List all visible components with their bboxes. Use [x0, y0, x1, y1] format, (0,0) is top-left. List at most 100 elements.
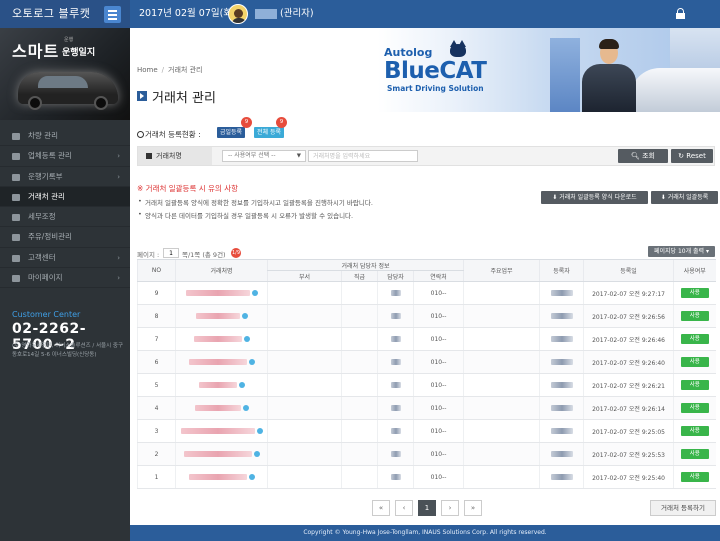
cell-main-task [463, 373, 540, 397]
prev-page-button[interactable]: ‹ [395, 500, 413, 516]
cell-client-name[interactable] [175, 465, 268, 489]
reset-button[interactable]: ↻ Reset [671, 149, 713, 163]
cell-dept [267, 442, 342, 466]
search-input[interactable] [308, 150, 418, 162]
table-row[interactable]: 1 010-- 2017-02-07 오전 9:25:40 사용 [137, 465, 716, 489]
verified-icon [256, 428, 263, 434]
register-client-button[interactable]: 거래처 등록하기 [650, 500, 716, 516]
cell-client-name[interactable] [175, 419, 268, 443]
top-bar: 오토로그 블루캣 2017년 02월 07일(화) (관리자) [0, 0, 720, 28]
use-status-badge[interactable]: 사용 [680, 426, 709, 436]
menu-toggle-button[interactable] [104, 6, 121, 23]
table-row[interactable]: 4 010-- 2017-02-07 오전 9:26:14 사용 [137, 396, 716, 420]
cell-dept [267, 465, 342, 489]
redacted-text [193, 336, 242, 342]
redacted-text [550, 336, 573, 342]
cell-manager [377, 373, 414, 397]
cell-registrant [539, 304, 584, 328]
cell-manager [377, 350, 414, 374]
header-registrant: 등록자 [539, 259, 584, 282]
page-number-input[interactable] [163, 248, 179, 258]
use-status-badge[interactable]: 사용 [680, 334, 709, 344]
cell-reg-date: 2017-02-07 오전 9:25:05 [583, 419, 674, 443]
use-status-badge[interactable]: 사용 [680, 380, 709, 390]
use-status-select[interactable]: -- 사용여부 선택 -- ▼ [222, 150, 306, 162]
cell-client-name[interactable] [175, 304, 268, 328]
cell-reg-date: 2017-02-07 오전 9:26:56 [583, 304, 674, 328]
table-row[interactable]: 3 010-- 2017-02-07 오전 9:25:05 사용 [137, 419, 716, 443]
cell-client-name[interactable] [175, 442, 268, 466]
use-status-badge[interactable]: 사용 [680, 357, 709, 367]
header-position: 직급 [341, 270, 378, 282]
cell-phone: 010-- [412, 419, 464, 443]
cell-main-task [463, 304, 540, 328]
avatar[interactable] [228, 4, 248, 24]
menu-icon [12, 173, 20, 181]
breadcrumb-home[interactable]: Home [137, 66, 158, 74]
header-no: NO [137, 259, 176, 282]
sidebar-item[interactable]: 업체등록 관리 › [0, 146, 130, 167]
download-template-button[interactable]: ⬇ 거래처 일괄등록 양식 다운로드 [541, 191, 648, 204]
use-status-badge[interactable]: 사용 [680, 288, 709, 298]
redacted-text [390, 382, 401, 388]
chevron-right-icon: › [117, 172, 120, 181]
table-row[interactable]: 9 010-- 2017-02-07 오전 9:27:17 사용 [137, 281, 716, 305]
sidebar-item[interactable]: 주유/정비관리 [0, 227, 130, 248]
verified-icon [253, 451, 260, 457]
cell-use-status: 사용 [673, 304, 716, 328]
redacted-text [390, 451, 401, 457]
sidebar-item[interactable]: 고객센터 › [0, 248, 130, 269]
title-arrow-icon [137, 91, 147, 101]
sidebar-item[interactable]: 차량 관리 [0, 126, 130, 147]
table-row[interactable]: 5 010-- 2017-02-07 오전 9:26:21 사용 [137, 373, 716, 397]
header-date: 2017년 02월 07일(화) [139, 8, 236, 19]
use-status-badge[interactable]: 사용 [680, 472, 709, 482]
total-registrations-button[interactable]: 전체 등록 [254, 127, 284, 138]
first-page-button[interactable]: « [372, 500, 390, 516]
verified-icon [242, 405, 249, 411]
cell-client-name[interactable] [175, 350, 268, 374]
cell-no: 2 [137, 442, 176, 466]
cell-client-name[interactable] [175, 281, 268, 305]
table-row[interactable]: 6 010-- 2017-02-07 오전 9:26:40 사용 [137, 350, 716, 374]
redacted-text [183, 451, 252, 457]
table-row[interactable]: 7 010-- 2017-02-07 오전 9:26:46 사용 [137, 327, 716, 351]
cell-client-name[interactable] [175, 373, 268, 397]
cell-client-name[interactable] [175, 396, 268, 420]
pagination: « ‹ 1 › » [372, 500, 482, 516]
cell-main-task [463, 442, 540, 466]
cell-position [341, 396, 378, 420]
next-page-button[interactable]: › [441, 500, 459, 516]
table-row[interactable]: 8 010-- 2017-02-07 오전 9:26:56 사용 [137, 304, 716, 328]
header-manager: 담당자 [377, 270, 414, 282]
redacted-text [198, 382, 237, 388]
cell-manager [377, 396, 414, 420]
use-status-badge[interactable]: 사용 [680, 403, 709, 413]
use-status-badge[interactable]: 사용 [680, 449, 709, 459]
cell-no: 7 [137, 327, 176, 351]
use-status-badge[interactable]: 사용 [680, 311, 709, 321]
sidebar-item[interactable]: 거래처 관리 [0, 186, 130, 208]
cell-position [341, 327, 378, 351]
per-page-select[interactable]: 페이지당 10개 출력 ▾ [648, 246, 715, 257]
cell-client-name[interactable] [175, 327, 268, 351]
redacted-text [390, 428, 401, 434]
cell-main-task [463, 419, 540, 443]
bulk-register-button[interactable]: ⬇ 거래처 일괄등록 [651, 191, 718, 204]
sidebar-item[interactable]: 세무조정 [0, 207, 130, 228]
search-button[interactable]: 🔍︎ 조회 [618, 149, 668, 163]
cell-no: 9 [137, 281, 176, 305]
breadcrumb-current: 거래처 관리 [168, 66, 203, 74]
sidebar-item[interactable]: 마이페이지 › [0, 268, 130, 289]
page-button-current[interactable]: 1 [418, 500, 436, 516]
table-row[interactable]: 2 010-- 2017-02-07 오전 9:25:53 사용 [137, 442, 716, 466]
chevron-right-icon: › [117, 253, 120, 262]
sidebar-item-label: 차량 관리 [28, 131, 58, 140]
lock-icon[interactable] [676, 8, 685, 19]
registration-status: 거래처 등록현황 : 금일등록 9 전체 등록 9 [137, 117, 337, 141]
last-page-button[interactable]: » [464, 500, 482, 516]
sidebar-item[interactable]: 운행기록부 › [0, 167, 130, 187]
today-registrations-button[interactable]: 금일등록 [217, 127, 246, 138]
customer-center-label: Customer Center [12, 310, 81, 319]
redacted-text [188, 474, 247, 480]
